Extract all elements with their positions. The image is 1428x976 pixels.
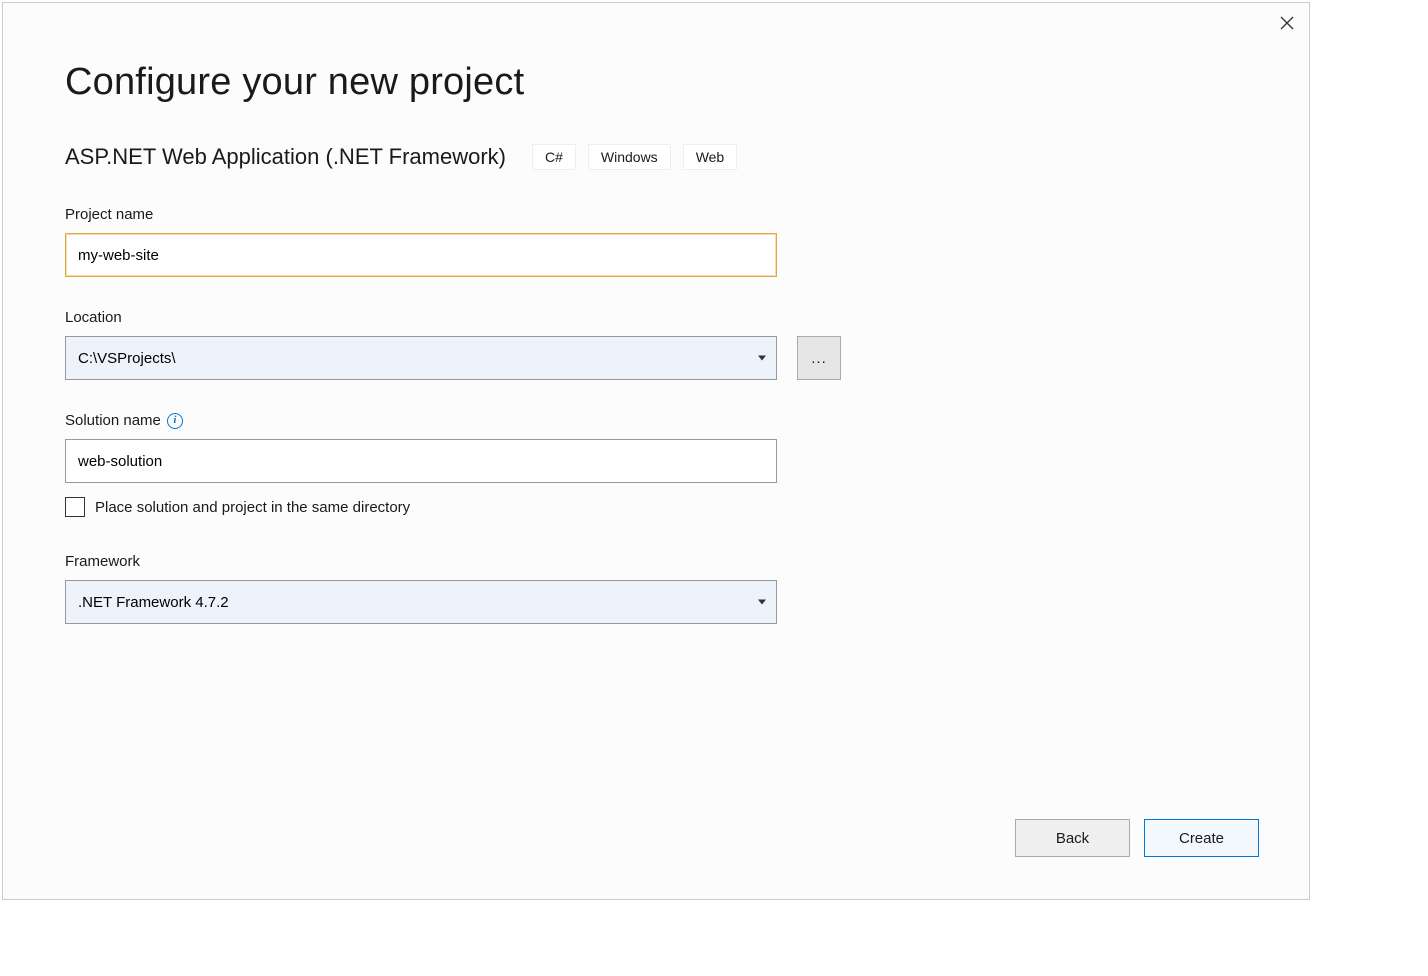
location-value: C:\VSProjects\ [78, 350, 176, 367]
same-directory-checkbox[interactable] [65, 497, 85, 517]
page-title: Configure your new project [65, 61, 1247, 104]
back-label: Back [1056, 830, 1089, 847]
back-button[interactable]: Back [1015, 819, 1130, 857]
location-row: C:\VSProjects\ ... [65, 336, 1247, 380]
same-directory-row: Place solution and project in the same d… [65, 497, 1247, 517]
solution-name-label: Solution name i [65, 412, 1247, 429]
tag-platform: Windows [588, 144, 671, 170]
create-label: Create [1179, 830, 1224, 847]
location-group: Location C:\VSProjects\ ... [65, 309, 1247, 380]
tag-language: C# [532, 144, 576, 170]
solution-name-input[interactable] [65, 439, 777, 483]
dialog-footer: Back Create [1015, 819, 1259, 857]
template-name: ASP.NET Web Application (.NET Framework) [65, 144, 506, 170]
close-icon [1280, 16, 1294, 30]
project-name-group: Project name [65, 206, 1247, 277]
info-icon[interactable]: i [167, 413, 183, 429]
solution-name-label-text: Solution name [65, 412, 161, 429]
dialog-content: Configure your new project ASP.NET Web A… [3, 3, 1309, 624]
solution-name-group: Solution name i Place solution and proje… [65, 412, 1247, 517]
framework-group: Framework .NET Framework 4.7.2 [65, 553, 1247, 624]
project-name-input-wrap [65, 233, 777, 277]
template-row: ASP.NET Web Application (.NET Framework)… [65, 144, 1247, 170]
create-button[interactable]: Create [1144, 819, 1259, 857]
chevron-down-icon [758, 600, 766, 605]
tag-type: Web [683, 144, 738, 170]
project-name-input[interactable] [65, 233, 777, 277]
browse-label: ... [811, 350, 827, 367]
browse-button[interactable]: ... [797, 336, 841, 380]
template-tags: C# Windows Web [532, 144, 737, 170]
framework-label: Framework [65, 553, 1247, 570]
location-label: Location [65, 309, 1247, 326]
chevron-down-icon [758, 356, 766, 361]
framework-value: .NET Framework 4.7.2 [78, 594, 229, 611]
close-button[interactable] [1275, 11, 1299, 35]
configure-project-dialog: Configure your new project ASP.NET Web A… [2, 2, 1310, 900]
same-directory-label: Place solution and project in the same d… [95, 499, 410, 516]
location-combo[interactable]: C:\VSProjects\ [65, 336, 777, 380]
framework-combo[interactable]: .NET Framework 4.7.2 [65, 580, 777, 624]
project-name-label: Project name [65, 206, 1247, 223]
